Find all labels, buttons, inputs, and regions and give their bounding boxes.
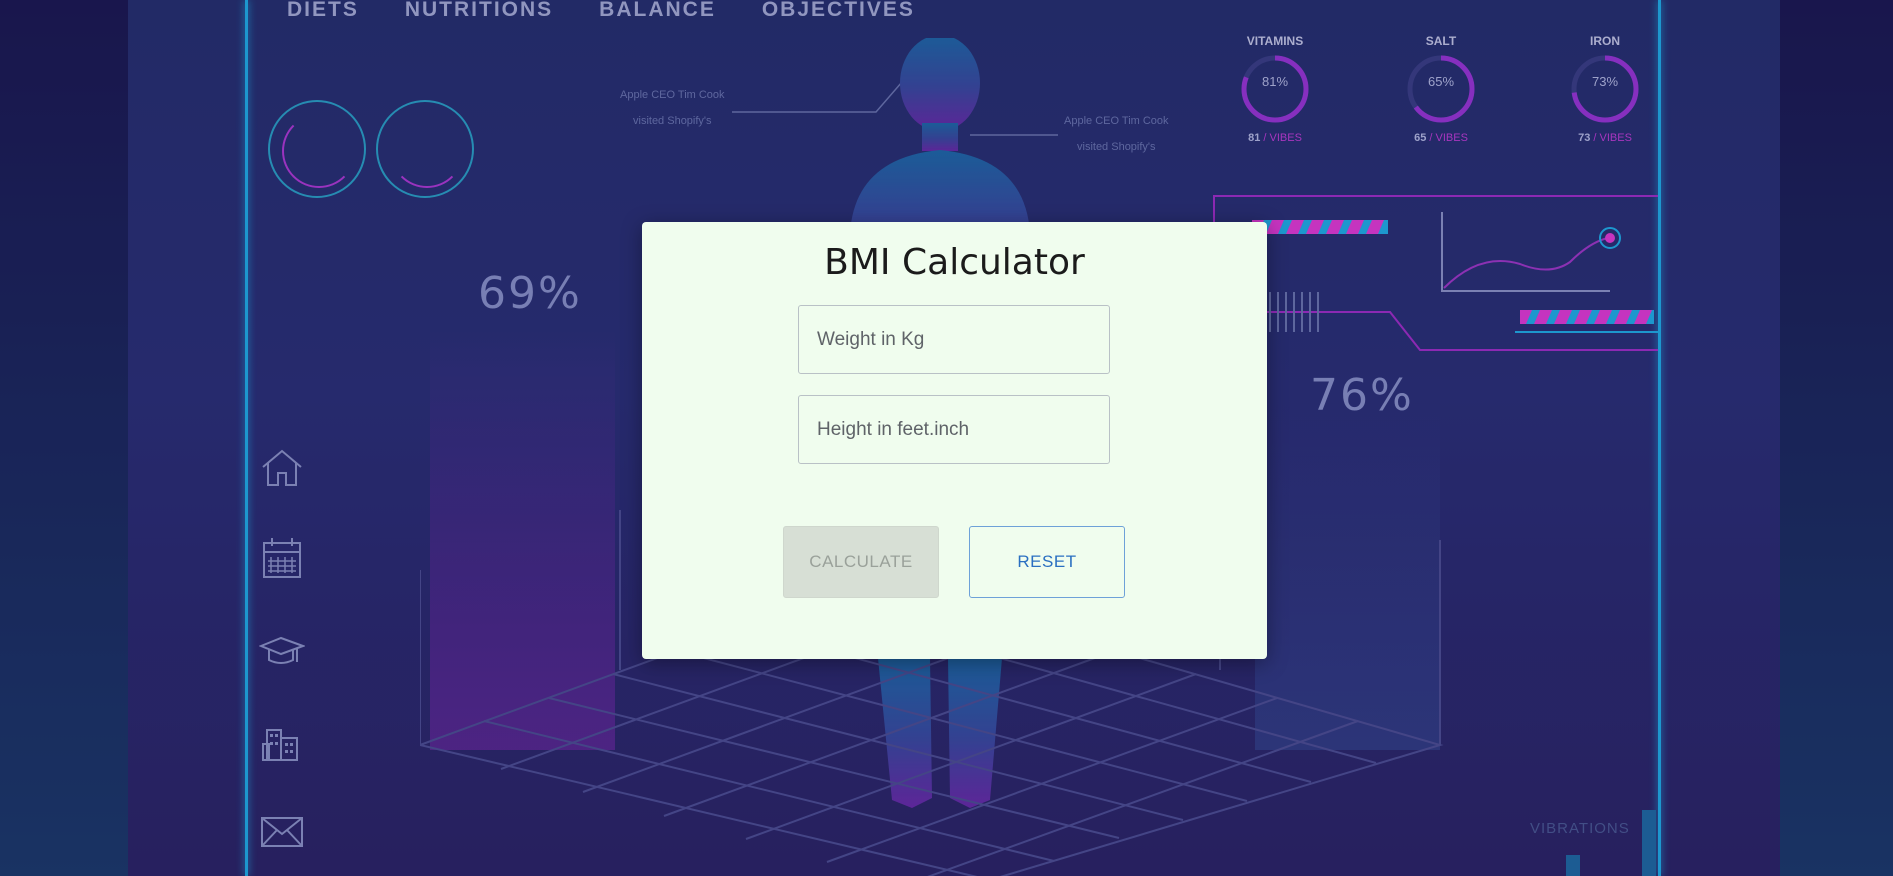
bmi-calculator-modal: BMI Calculator CALCULATE RESET (642, 222, 1267, 659)
modal-title: BMI Calculator (824, 242, 1085, 283)
height-input[interactable] (798, 395, 1110, 464)
calculate-button[interactable]: CALCULATE (783, 526, 939, 598)
reset-button[interactable]: RESET (969, 526, 1125, 598)
weight-input[interactable] (798, 305, 1110, 374)
